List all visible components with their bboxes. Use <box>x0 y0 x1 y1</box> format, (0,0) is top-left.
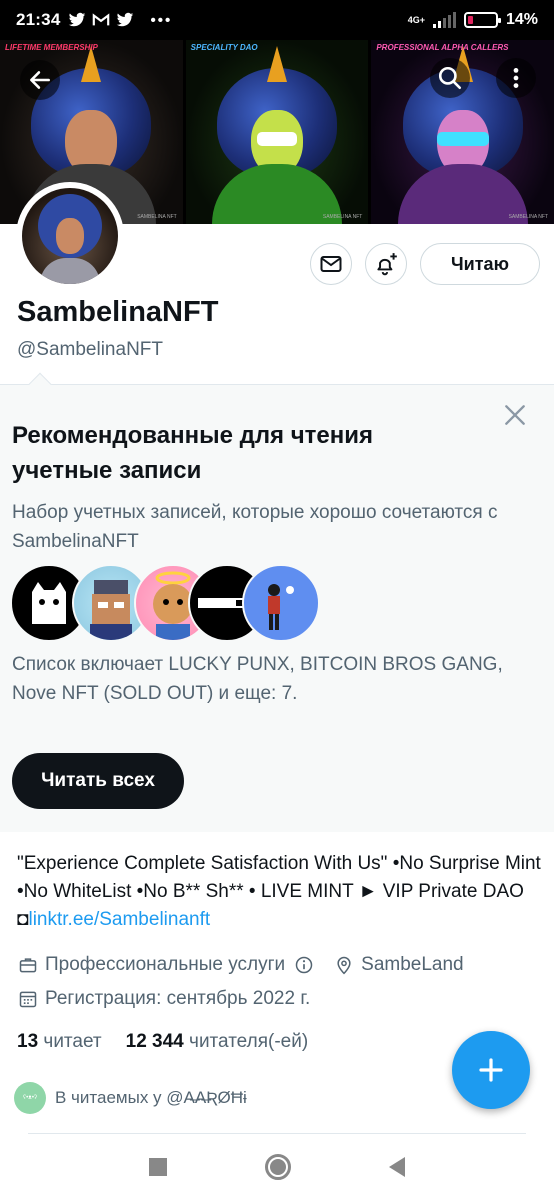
gmail-icon <box>93 13 110 26</box>
more-vertical-icon <box>513 68 519 88</box>
system-navigation-bar <box>0 1134 554 1200</box>
location-pin-icon <box>333 954 355 976</box>
follow-counts: 13 читает 12 344 читателя(-ей) <box>17 1031 308 1053</box>
message-button[interactable] <box>310 243 352 285</box>
status-time: 21:34 <box>16 10 61 29</box>
signal-icon <box>432 12 456 28</box>
banner-panel-label: PROFESSIONAL ALPHA CALLERS <box>376 43 509 52</box>
battery-percent: 14% <box>505 11 538 28</box>
bio-link[interactable]: linktr.ee/Sambelinanft <box>28 909 210 930</box>
bell-plus-icon <box>377 253 397 276</box>
account-avatar <box>242 564 320 642</box>
home-icon[interactable] <box>265 1154 291 1180</box>
profile-meta-row: Профессиональные услуги SambeLand <box>17 954 464 976</box>
more-dots-icon: ••• <box>150 11 173 29</box>
twitter-icon <box>69 12 86 27</box>
notifications-button[interactable] <box>365 243 407 285</box>
following-button[interactable]: Читаю <box>420 243 540 285</box>
profile-handle: @SambelinaNFT <box>17 339 163 360</box>
recent-apps-icon[interactable] <box>149 1158 167 1176</box>
profile-location: SambeLand <box>361 954 464 975</box>
plus-icon <box>479 1058 503 1082</box>
network-type: 4G+ <box>407 14 425 25</box>
recommended-avatars[interactable] <box>10 564 330 642</box>
profile-bio: "Experience Complete Satisfaction With U… <box>17 850 542 934</box>
followers-count-number: 12 344 <box>125 1031 184 1052</box>
followed-by-text: В читаемых у @A̶A̶ƦØĦɨ <box>55 1088 247 1107</box>
more-options-button[interactable] <box>496 58 536 98</box>
banner-panel-label: LIFETIME MEMBERSHIP <box>5 43 98 52</box>
recommended-description: Набор учетных записей, которые хорошо со… <box>12 502 498 552</box>
following-count-label: читает <box>43 1031 102 1052</box>
profile-joined-date: Регистрация: сентябрь 2022 г. <box>45 988 311 1009</box>
search-button[interactable] <box>430 58 470 98</box>
search-icon <box>438 66 462 90</box>
profile-category: Профессиональные услуги <box>45 954 286 975</box>
banner-panel-label: SPECIALITY DAO <box>190 43 258 52</box>
calendar-icon <box>17 988 39 1010</box>
briefcase-icon <box>17 954 39 976</box>
back-triangle-icon[interactable] <box>389 1157 405 1177</box>
banner-watermark: SAMBELINA NFT <box>508 214 549 220</box>
profile-meta-row: Регистрация: сентябрь 2022 г. <box>17 988 310 1010</box>
compose-tweet-button[interactable] <box>452 1031 530 1109</box>
avatar-image <box>22 188 118 284</box>
followed-by-row[interactable]: ʕ•ᴥ•ʔ В читаемых у @A̶A̶ƦØĦɨ <box>14 1082 247 1114</box>
back-button[interactable] <box>20 60 60 100</box>
follow-all-button[interactable]: Читать всех <box>12 753 184 809</box>
banner-watermark: SAMBELINA NFT <box>137 214 177 220</box>
following-count-number: 13 <box>17 1031 39 1052</box>
banner-watermark: SAMBELINA NFT <box>322 214 363 220</box>
following-count[interactable]: 13 читает <box>17 1031 102 1053</box>
avatar: ʕ•ᴥ•ʔ <box>14 1082 46 1114</box>
close-icon <box>505 405 525 425</box>
info-icon[interactable] <box>293 954 315 976</box>
envelope-icon <box>320 256 342 272</box>
recommended-title: Рекомендованные для чтения учетные запис… <box>12 422 374 484</box>
profile-name: SambelinaNFT <box>17 296 219 328</box>
twitter-icon <box>117 12 134 27</box>
profile-avatar[interactable] <box>16 182 124 290</box>
dismiss-button[interactable] <box>500 400 530 430</box>
status-bar: 21:34 ••• 4G+ 14% <box>0 0 554 40</box>
followers-count-label: читателя(-ей) <box>189 1031 309 1052</box>
battery-icon <box>463 12 501 28</box>
status-notification-icons: ••• <box>68 12 172 29</box>
arrow-left-icon <box>30 71 50 89</box>
banner-panel: SPECIALITY DAO SAMBELINA NFT <box>185 40 369 224</box>
status-right: 4G+ 14% <box>408 11 538 29</box>
recommended-list-summary: Список включает LUCKY PUNX, BITCOIN BROS… <box>12 654 503 704</box>
followers-count[interactable]: 12 344 читателя(-ей) <box>126 1031 309 1053</box>
